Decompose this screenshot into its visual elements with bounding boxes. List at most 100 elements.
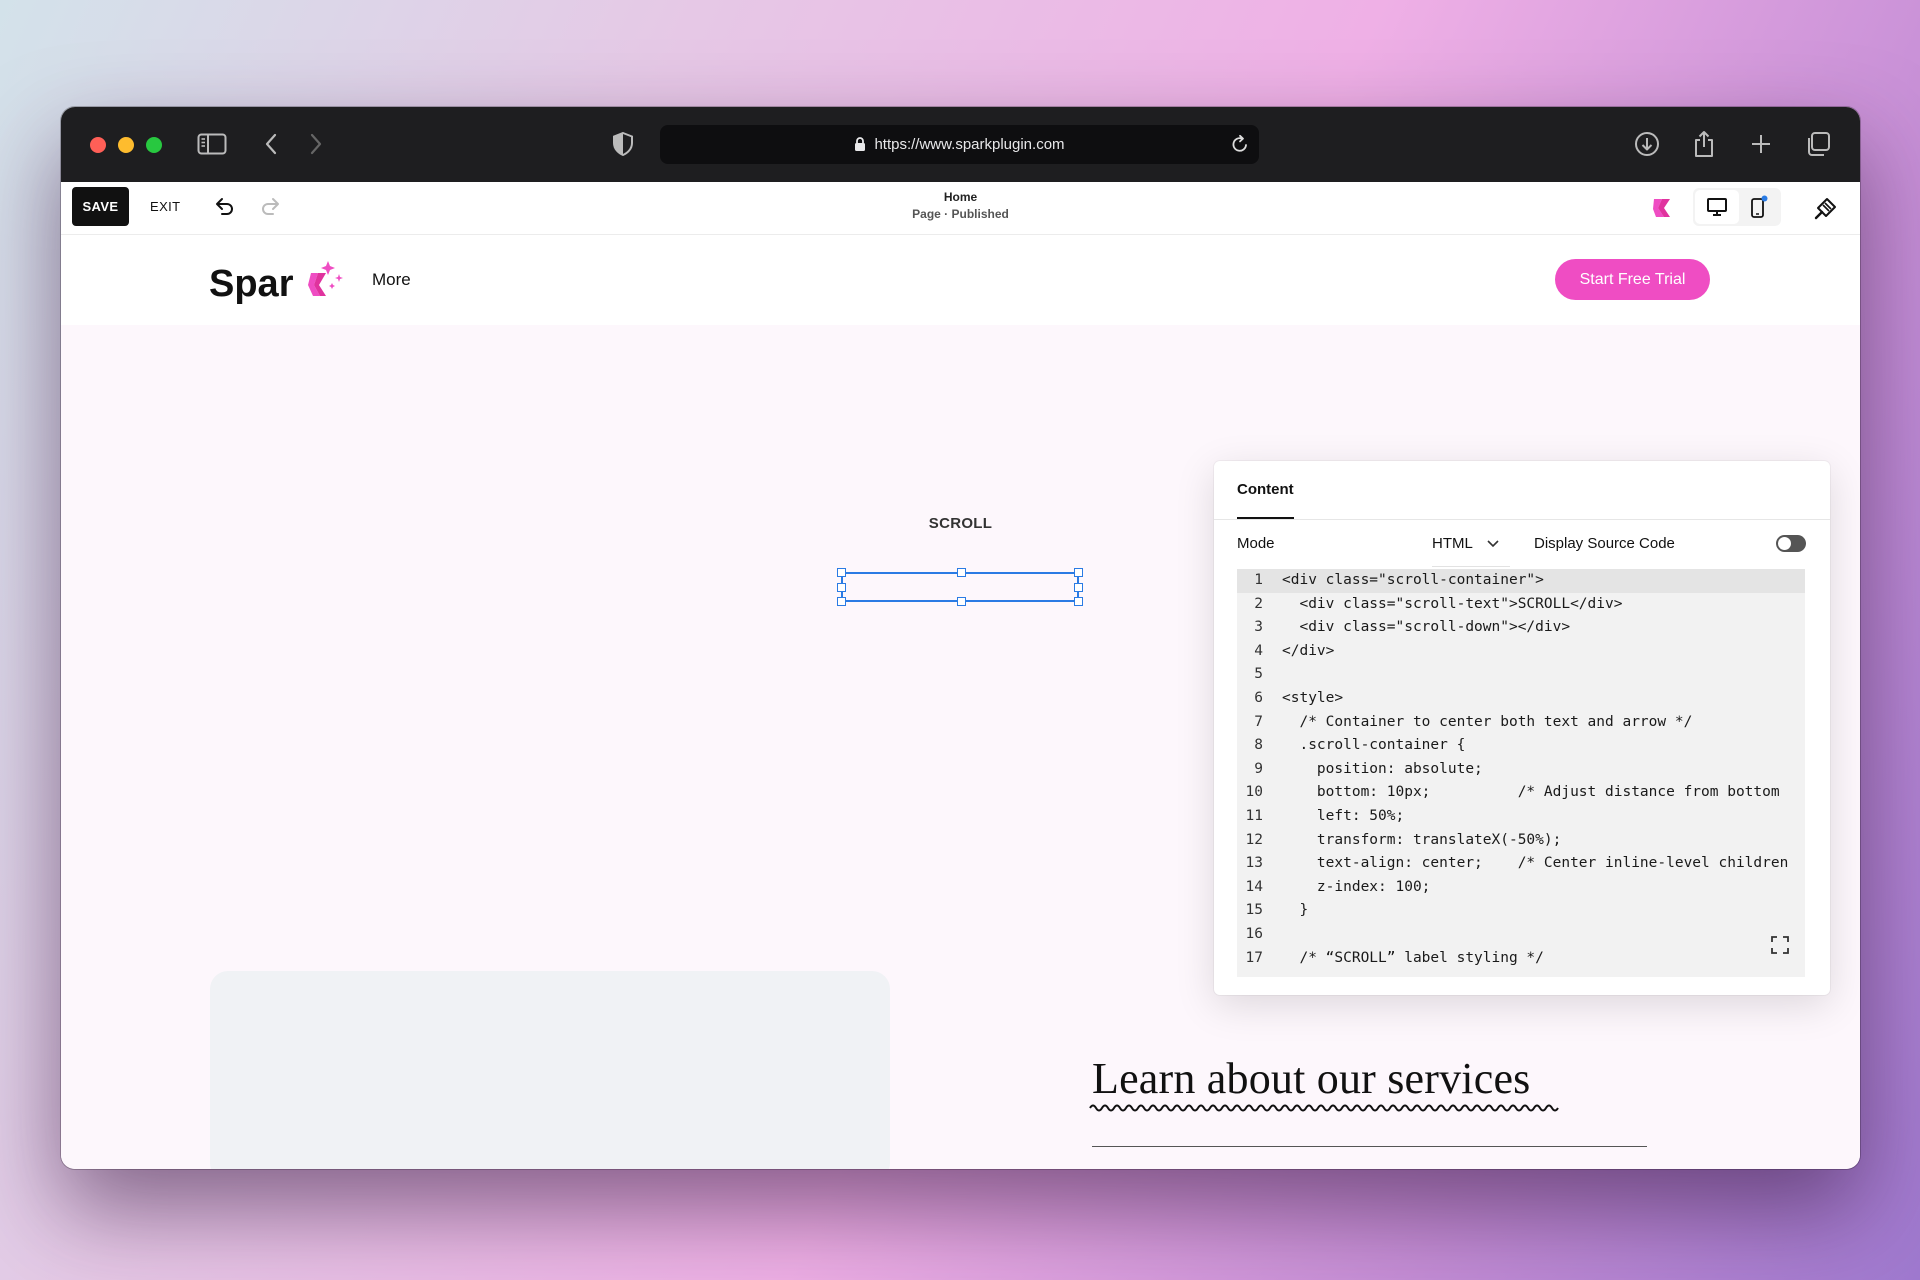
forward-icon[interactable] [299,127,333,161]
line-number: 13 [1245,855,1263,872]
code-text: z-index: 100; [1282,878,1431,895]
code-text: } [1282,902,1309,919]
code-line[interactable]: 4 </div> [1237,640,1805,664]
code-text: position: absolute; [1282,760,1483,777]
site-styles-brush-icon[interactable] [1808,190,1844,226]
line-number: 12 [1245,831,1263,848]
spark-plugin-icon[interactable] [1644,190,1680,226]
line-number: 1 [1254,572,1263,588]
code-text: </div> [1282,642,1335,659]
resize-handle[interactable] [957,568,966,577]
downloads-icon[interactable] [1630,127,1664,161]
code-line[interactable]: 14 z-index: 100; [1237,876,1805,900]
display-source-code-toggle[interactable] [1776,535,1806,552]
line-number: 4 [1254,642,1263,659]
line-number: 6 [1254,689,1263,706]
maximize-window-button[interactable] [146,137,162,153]
code-line[interactable]: 11 left: 50%; [1237,805,1805,829]
code-line[interactable]: 13 text-align: center; /* Center inline-… [1237,852,1805,876]
new-tab-icon[interactable] [1744,127,1778,161]
code-text: <div class="scroll-down"></div> [1282,619,1571,636]
heading-squiggle-underline [1089,1104,1559,1112]
code-text: bottom: 10px; /* Adjust distance from bo… [1282,784,1780,801]
code-line[interactable]: 2 <div class="scroll-text">SCROLL</div> [1237,593,1805,617]
desktop-view-icon[interactable] [1695,190,1739,224]
code-line[interactable]: 12 transform: translateX(-50%); [1237,829,1805,853]
mode-select[interactable]: HTML [1432,535,1499,552]
back-icon[interactable] [254,127,288,161]
line-number: 3 [1254,619,1263,636]
line-number: 2 [1254,595,1263,612]
code-text: left: 50%; [1282,807,1405,824]
tab-overview-icon[interactable] [1801,127,1835,161]
browser-window: https://www.sparkplugin.com SAVE EXIT Ho [61,107,1860,1169]
display-source-code-label: Display Source Code [1534,535,1675,552]
code-line[interactable]: 1 <div class="scroll-container"> [1237,569,1805,593]
code-line[interactable]: 17 /* “SCROLL” label styling */ [1237,947,1805,971]
minimize-window-button[interactable] [118,137,134,153]
toggle-knob [1778,537,1791,550]
line-number: 14 [1245,878,1263,895]
spark-logo[interactable]: Spar [208,255,348,312]
page-info: Home Page · Published [61,189,1860,223]
code-line[interactable]: 8 .scroll-container { [1237,734,1805,758]
privacy-shield-icon[interactable] [606,127,640,161]
code-text: /* Container to center both text and arr… [1282,713,1693,730]
sidebar-toggle-icon[interactable] [195,127,229,161]
resize-handle[interactable] [1074,568,1083,577]
code-line[interactable]: 15 } [1237,899,1805,923]
share-icon[interactable] [1687,127,1721,161]
site-canvas: Spar More Start Free Trial SCROLL Learn … [61,235,1860,1169]
mode-label: Mode [1237,535,1275,552]
resize-handle[interactable] [1074,597,1083,606]
page-status: Page · Published [912,207,1009,221]
start-free-trial-button[interactable]: Start Free Trial [1555,259,1710,300]
address-bar[interactable]: https://www.sparkplugin.com [660,125,1259,164]
code-line[interactable]: 6 <style> [1237,687,1805,711]
lock-icon [854,137,866,152]
resize-handle[interactable] [837,583,846,592]
code-line[interactable]: 3 <div class="scroll-down"></div> [1237,616,1805,640]
line-number: 8 [1254,737,1263,754]
services-heading[interactable]: Learn about our services [1092,1053,1531,1104]
resize-handle[interactable] [1074,583,1083,592]
code-block-panel: Content Mode HTML Display Source Code 1 <… [1214,461,1830,995]
reload-icon[interactable] [1231,134,1249,158]
code-line[interactable]: 16 [1237,923,1805,947]
mode-select-underline [1432,566,1510,567]
line-number: 7 [1254,713,1263,730]
url-text: https://www.sparkplugin.com [874,136,1065,153]
line-number: 16 [1245,925,1263,942]
code-line[interactable]: 5 [1237,663,1805,687]
code-text: <div class="scroll-text">SCROLL</div> [1282,595,1623,612]
tab-content[interactable]: Content [1237,481,1294,498]
code-text: /* “SCROLL” label styling */ [1282,949,1544,966]
image-placeholder [210,971,890,1169]
code-text: transform: translateX(-50%); [1282,831,1562,848]
chevron-down-icon [1487,539,1499,547]
nav-more-link[interactable]: More [372,270,411,290]
code-text: <div class="scroll-container"> [1282,572,1544,588]
svg-text:Spar: Spar [209,263,294,305]
code-text: text-align: center; /* Center inline-lev… [1282,855,1789,872]
selected-code-block[interactable] [837,568,1083,606]
device-switcher [1693,188,1781,226]
expand-icon[interactable] [1769,934,1791,956]
close-window-button[interactable] [90,137,106,153]
code-line[interactable]: 7 /* Container to center both text and a… [1237,711,1805,735]
resize-handle[interactable] [837,568,846,577]
panel-divider [1214,519,1830,520]
code-editor[interactable]: 1 <div class="scroll-container"> 2 <div cl… [1237,569,1805,977]
line-number: 15 [1245,902,1263,919]
code-line[interactable]: 10 bottom: 10px; /* Adjust distance from… [1237,781,1805,805]
line-number: 9 [1254,760,1263,777]
code-line[interactable]: 9 position: absolute; [1237,758,1805,782]
resize-handle[interactable] [957,597,966,606]
resize-handle[interactable] [837,597,846,606]
site-header: Spar More Start Free Trial [61,235,1860,325]
line-number: 17 [1245,949,1263,966]
line-number: 10 [1245,784,1263,801]
page-title: Home [943,190,978,204]
section-divider [1092,1146,1647,1147]
mobile-view-icon[interactable] [1739,190,1779,224]
